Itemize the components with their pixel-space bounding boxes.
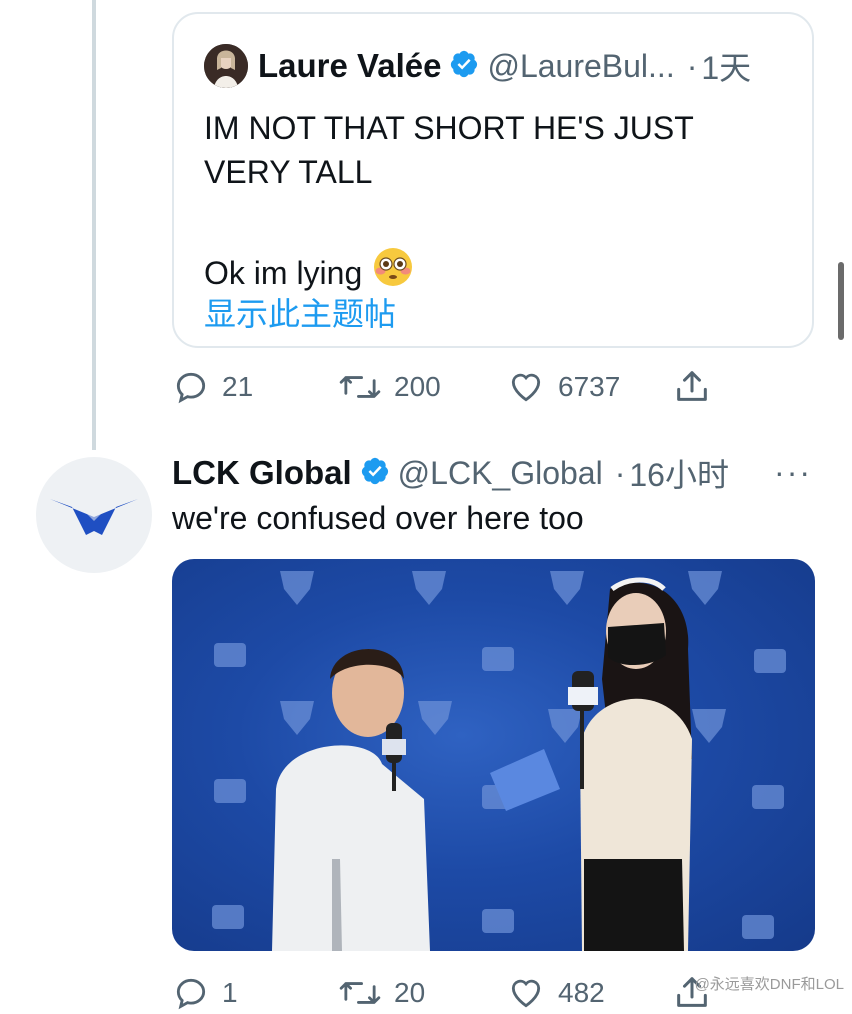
quoted-tweet-card[interactable]: Laure Valée @LaureBul... · 1天 IM NOT THA… [172,12,814,348]
like-button[interactable]: 482 [506,974,605,1012]
retweet-count: 20 [394,977,426,1008]
reply-button[interactable]: 1 [172,974,238,1012]
separator-dot: · [686,47,698,84]
retweet-button[interactable]: 200 [338,368,441,406]
quoted-author-handle[interactable]: @LaureBul... [487,48,674,85]
tweet-media-photo[interactable] [172,559,815,951]
show-thread-link[interactable]: 显示此主题帖 [204,292,396,336]
reply-icon [176,372,206,404]
quoted-tweet-time[interactable]: 1天 [701,43,751,89]
heart-icon [511,373,541,402]
quoted-tweet-text: IM NOT THAT SHORT HE'S JUST VERY TALL [204,106,794,194]
retweet-icon [339,376,381,398]
lck-logo-icon [50,499,138,535]
like-button[interactable]: 6737 [506,368,620,406]
tweet-time[interactable]: 16小时 [629,450,729,496]
verified-badge-icon [449,49,479,84]
quoted-tweet-actions: 21 200 6737 [172,368,822,408]
reply-icon [176,978,206,1010]
share-icon [677,371,707,401]
avatar[interactable] [204,44,248,88]
watermark-text: @永远喜欢DNF和LOL [694,976,844,993]
retweet-button[interactable]: 20 [338,974,425,1012]
reply-count: 1 [222,977,238,1008]
retweet-count: 200 [394,371,441,402]
quoted-author-name[interactable]: Laure Valée [258,47,441,85]
interview-photo-illustration [212,571,786,951]
author-name[interactable]: LCK Global [172,454,352,492]
quoted-text-line: VERY TALL [204,154,373,190]
scrollbar-thumb[interactable] [838,262,844,340]
separator-dot: · [614,454,626,491]
heart-icon [511,979,541,1008]
reply-count: 21 [222,371,254,402]
quoted-text-line: IM NOT THAT SHORT HE'S JUST [204,110,694,146]
quoted-text-lying: Ok im lying [204,254,363,291]
verified-badge-icon [360,456,390,491]
quoted-tweet-header: Laure Valée @LaureBul... · 1天 [204,42,751,90]
tweet-text: we're confused over here too [172,500,584,536]
tweet-header: LCK Global @LCK_Global · 16小时 ··· [172,450,822,496]
share-button[interactable] [672,366,712,406]
retweet-icon [339,982,381,1004]
like-count: 482 [558,977,605,1008]
author-handle[interactable]: @LCK_Global [398,455,603,492]
more-options-button[interactable]: ··· [774,454,812,491]
thread-connector-line [92,0,96,450]
like-count: 6737 [558,371,621,402]
avatar[interactable] [36,457,152,573]
reply-button[interactable]: 21 [172,368,253,406]
